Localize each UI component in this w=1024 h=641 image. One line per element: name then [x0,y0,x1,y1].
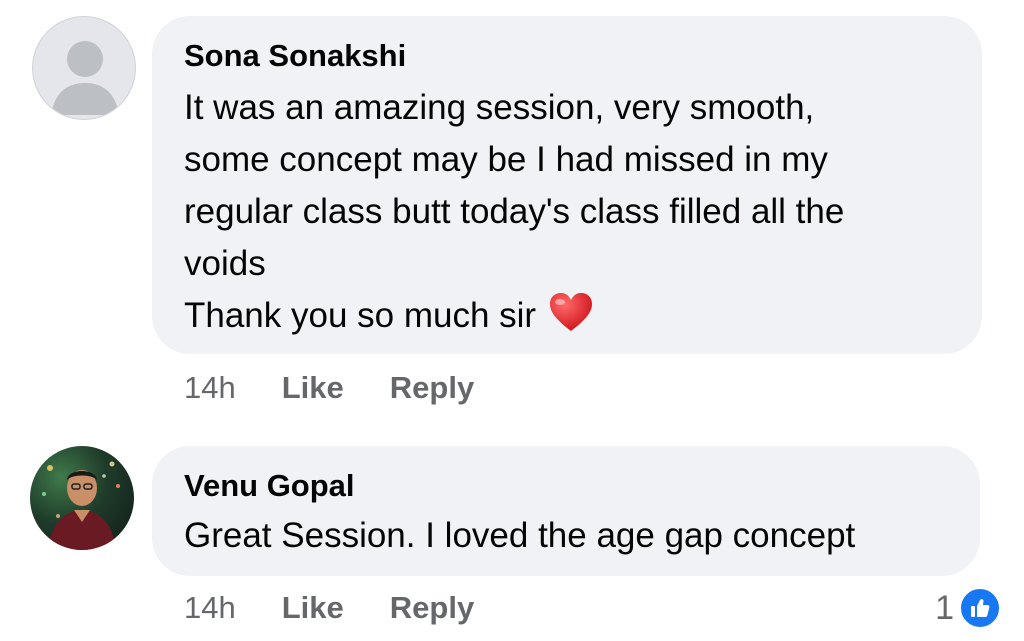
like-button[interactable]: Like [282,370,344,406]
default-user-icon [51,41,119,115]
comment-time[interactable]: 14h [184,590,236,626]
comment-author[interactable]: Venu Gopal [184,468,948,504]
comment-bubble: Sona Sonakshi It was an amazing session,… [152,16,982,354]
comment-1: Sona Sonakshi It was an amazing session,… [0,0,1024,420]
reaction-count: 1 [935,588,954,627]
reaction-summary[interactable]: 1 [935,586,1002,630]
comment-actions: 14h Like Reply [184,370,520,406]
avatar[interactable] [30,446,134,550]
comment-text: Great Session. I loved the age gap conce… [184,516,856,555]
comment-text-content: It was an amazing session, very smooth, … [184,88,845,335]
comment-time[interactable]: 14h [184,370,236,406]
reply-button[interactable]: Reply [390,370,474,406]
user-photo-icon [42,461,120,550]
comment-2: Venu Gopal Great Session. I loved the ag… [0,420,1024,641]
thumbs-up-icon [958,586,1002,630]
reply-button[interactable]: Reply [390,590,474,626]
comment-actions: 14h Like Reply [184,590,520,626]
comment-author[interactable]: Sona Sonakshi [184,38,950,74]
comment-text: It was an amazing session, very smooth, … [184,82,950,348]
avatar[interactable] [32,16,136,120]
comment-bubble: Venu Gopal Great Session. I loved the ag… [152,446,980,576]
red-heart-icon [548,291,594,348]
like-button[interactable]: Like [282,590,344,626]
